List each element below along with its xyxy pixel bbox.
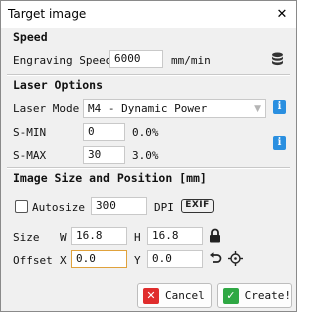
autosize-checkbox[interactable] [15,200,28,213]
image-size-header: Image Size and Position [mm] [13,171,207,185]
crosshair-center-icon[interactable] [228,251,243,269]
smax-percent: 3.0% [132,149,159,162]
height-label: H [134,231,141,244]
autosize-label[interactable]: Autosize [32,201,85,214]
laser-mode-select[interactable]: M4 - Dynamic Power ▼ [83,99,266,118]
size-label: Size [13,231,40,244]
create-button-label: Create! [244,289,291,302]
offset-x-label: X [60,254,67,267]
undo-icon[interactable] [209,252,222,268]
laser-mode-label: Laser Mode [13,102,80,115]
separator [7,74,290,76]
laser-mode-info-icon[interactable]: i [273,100,286,114]
height-input[interactable]: 16.8 [147,227,203,245]
chevron-down-icon: ▼ [254,104,261,114]
smin-percent: 0.0% [132,126,159,139]
smax-label: S-MAX [13,149,47,162]
dialog-content: Speed Engraving Speed 6000 mm/min Laser … [1,28,296,311]
title-bar: Target image ✕ [1,1,296,28]
create-button[interactable]: ✓ Create! [217,283,292,308]
lock-icon[interactable] [209,228,221,246]
offset-x-input[interactable]: 0.0 [71,250,127,268]
speed-unit-label: mm/min [171,54,211,67]
speed-header: Speed [13,30,48,44]
smax-input[interactable]: 30 [83,146,125,164]
offset-label: Offset [13,254,53,267]
cancel-button[interactable]: ✕ Cancel [137,283,212,308]
target-image-dialog: Target image ✕ Speed Engraving Speed 600… [0,0,297,312]
offset-y-input[interactable]: 0.0 [147,250,203,268]
smin-smax-info-icon[interactable]: i [273,136,286,150]
laser-mode-value: M4 - Dynamic Power [88,102,208,115]
cancel-x-icon: ✕ [143,287,159,304]
cancel-button-label: Cancel [165,289,205,302]
width-label: W [60,231,67,244]
database-icon[interactable] [271,52,284,69]
laser-options-header: Laser Options [13,78,104,92]
offset-y-label: Y [134,254,141,267]
smin-input[interactable]: 0 [83,123,125,141]
close-button[interactable]: ✕ [268,1,296,28]
smin-label: S-MIN [13,126,47,139]
width-input[interactable]: 16.8 [71,227,127,245]
engraving-speed-label: Engraving Speed [13,54,113,67]
engraving-speed-input[interactable]: 6000 [109,50,163,68]
dpi-input[interactable]: 300 [91,197,147,215]
window-title: Target image [8,7,87,21]
dpi-label: DPI [154,201,174,214]
check-icon: ✓ [223,287,239,304]
exif-button[interactable]: EXIF [181,199,214,213]
separator [7,167,290,169]
